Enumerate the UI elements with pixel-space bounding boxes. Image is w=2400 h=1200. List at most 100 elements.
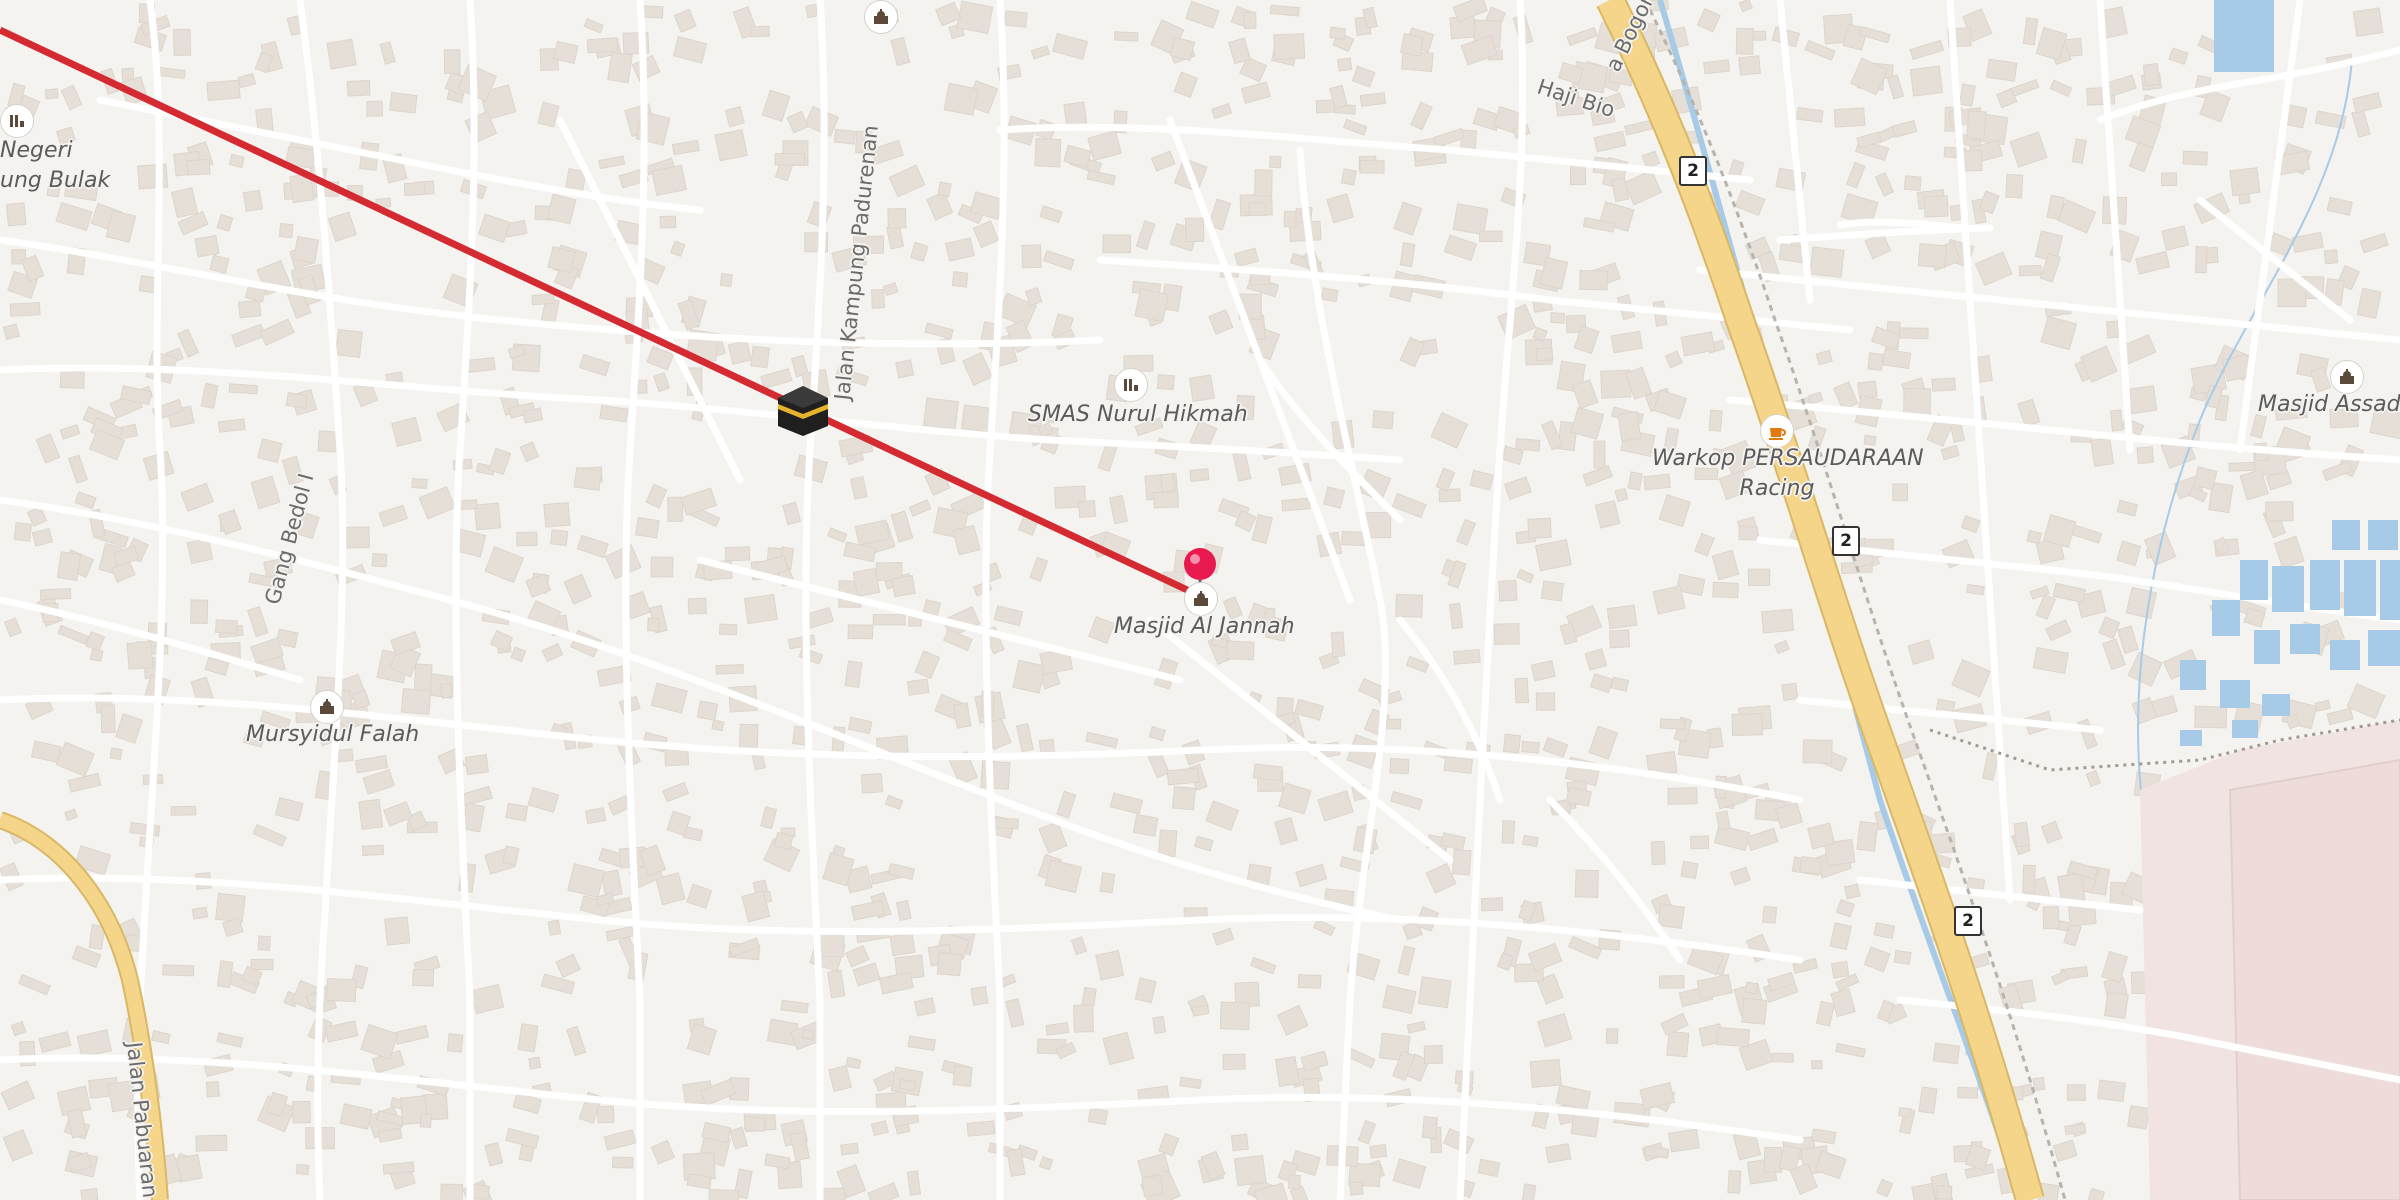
building [889,932,916,957]
building [89,648,104,663]
mosque-icon[interactable] [2330,360,2364,394]
building [647,617,660,632]
building [1099,872,1116,894]
coffee-cup-icon[interactable] [1760,414,1794,448]
building [1802,739,1833,764]
building [1729,866,1751,886]
building [2040,315,2078,351]
building [1479,230,1503,243]
building [2161,225,2190,251]
building [2195,246,2208,274]
building [2045,619,2072,642]
building [1443,756,1474,774]
building [935,1,962,27]
route-shield: 2 [1954,906,1982,936]
mosque-icon[interactable] [1184,582,1218,616]
building [1095,950,1125,981]
school-icon[interactable] [1114,368,1148,402]
building [209,254,230,274]
building [1323,486,1346,509]
building [913,997,936,1017]
building [2103,991,2129,1020]
map-view[interactable]: 2 2 2 Negeri ung Bulak SMAS Nurul Hikmah… [0,0,2400,1200]
building [782,501,802,526]
building [840,1142,859,1156]
building [1738,55,1761,76]
building [724,546,751,562]
building [764,1153,791,1170]
building [1811,1060,1823,1070]
building [1745,827,1779,852]
building [888,164,926,198]
building [1268,155,1282,169]
building [2142,63,2161,87]
building [2228,461,2255,472]
building [488,447,512,476]
building [1664,350,1683,369]
building [852,962,881,987]
building [257,438,283,464]
building [583,18,604,34]
building [2076,718,2098,750]
building [952,1065,973,1087]
building [671,139,700,156]
building [659,215,677,229]
building [844,660,863,689]
building [326,977,357,1003]
building [1034,137,1062,168]
building [1152,1015,1167,1035]
building [419,1113,432,1128]
building [786,110,809,134]
building [972,220,1000,249]
building [966,1120,996,1137]
building [214,619,238,635]
building [1903,175,1922,192]
building [1243,11,1257,30]
building [484,546,524,584]
building [1593,130,1627,153]
building [1909,39,1945,61]
building [1567,935,1603,960]
building [1274,1056,1300,1087]
building [162,964,195,977]
building [670,240,686,258]
mosque-icon[interactable] [310,690,344,724]
building [1397,945,1416,976]
building [895,899,912,922]
building [1658,975,1685,989]
place-label: Masjid Assadi [2258,392,2400,417]
place-label: ung Bulak [0,168,111,193]
building [1400,32,1425,57]
building [1614,487,1629,503]
building [850,476,868,500]
building [672,35,708,64]
building [1453,649,1481,665]
building [1134,977,1157,1004]
building [1406,1020,1426,1034]
building [743,593,778,625]
building [157,66,186,80]
building [1521,1183,1537,1200]
building [1039,205,1063,224]
building [2085,769,2101,787]
building [1392,1158,1427,1189]
building [1038,738,1056,755]
building [1372,410,1394,430]
building [687,597,707,615]
building [1835,1042,1866,1058]
building [1796,106,1824,123]
building [242,189,263,212]
building [2042,906,2060,930]
building [1610,676,1630,692]
building [1496,303,1537,341]
mosque-icon[interactable] [864,0,898,34]
building [1320,287,1339,303]
building [1898,327,1929,340]
building [749,25,771,38]
school-icon[interactable] [0,104,34,138]
building [246,606,269,638]
building [1212,927,1235,946]
kaaba-icon[interactable] [776,384,830,438]
building [1535,692,1556,711]
building [467,357,496,373]
